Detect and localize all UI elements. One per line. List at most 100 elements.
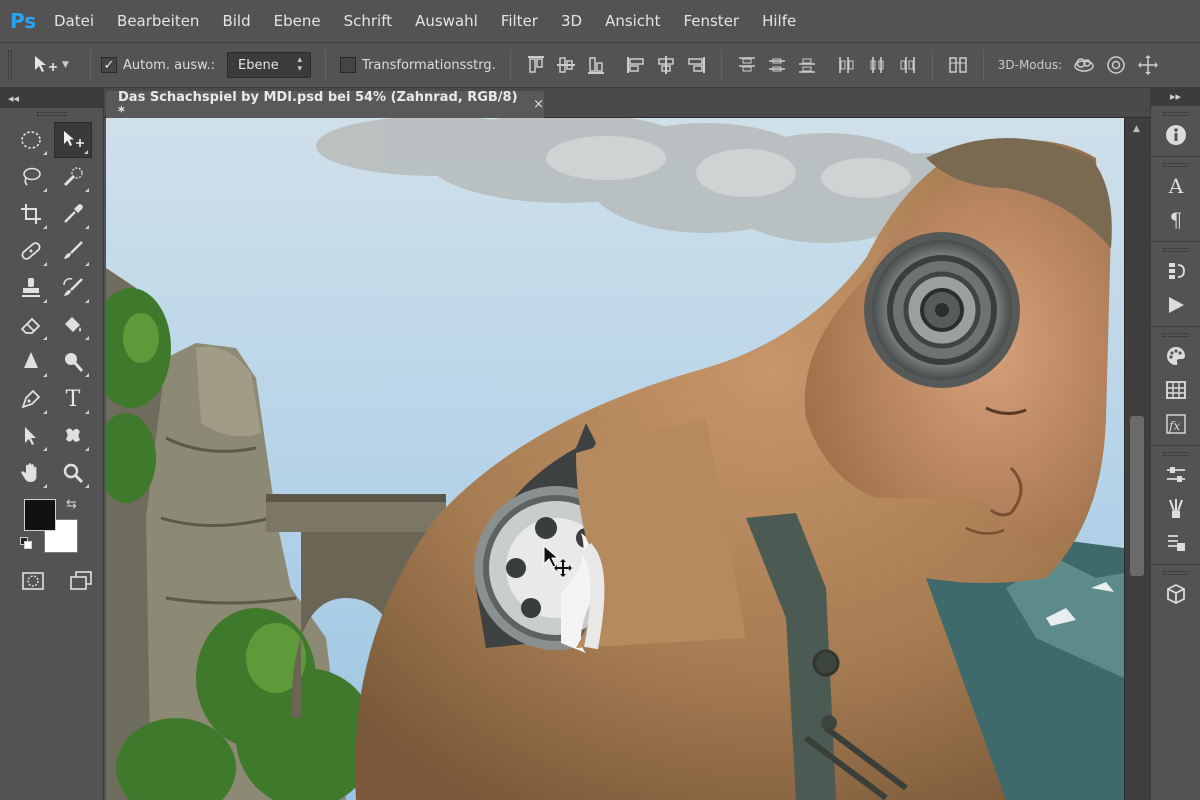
tool-custom-shape[interactable] — [54, 418, 92, 454]
info-panel-button[interactable] — [1151, 118, 1200, 152]
3d-pan-icon[interactable] — [1136, 53, 1160, 77]
tool-flyout-indicator — [84, 150, 88, 154]
menu-ansicht[interactable]: Ansicht — [605, 12, 660, 30]
tool-lasso[interactable] — [12, 159, 50, 195]
foreground-color-swatch[interactable] — [24, 499, 56, 531]
tool-crop[interactable] — [12, 196, 50, 232]
tool-eraser[interactable] — [12, 307, 50, 343]
menu-filter[interactable]: Filter — [501, 12, 538, 30]
menu-datei[interactable]: Datei — [54, 12, 94, 30]
tool-dodge[interactable] — [54, 344, 92, 380]
menu-hilfe[interactable]: Hilfe — [762, 12, 796, 30]
auto-select-checkbox[interactable]: ✓ — [101, 57, 117, 73]
color-panel-button[interactable] — [1151, 339, 1200, 373]
tool-path-selection[interactable] — [12, 418, 50, 454]
swatches-panel-button[interactable] — [1151, 373, 1200, 407]
tool-blur[interactable] — [12, 344, 50, 380]
document-canvas[interactable] — [106, 118, 1124, 800]
properties-panel-button[interactable] — [1151, 458, 1200, 492]
menu-bild[interactable]: Bild — [222, 12, 250, 30]
distribute-top-icon[interactable] — [736, 54, 758, 76]
tool-pen[interactable] — [12, 381, 50, 417]
tool-move[interactable] — [54, 122, 92, 158]
dodge-icon — [65, 353, 84, 372]
document-tab[interactable]: Das Schachspiel by MDI.psd bei 54% (Zahn… — [106, 90, 544, 120]
distribute-bottom-icon[interactable] — [796, 54, 818, 76]
screen-mode-button[interactable] — [66, 569, 96, 593]
clone-source-panel-button[interactable] — [1151, 526, 1200, 560]
paragraph-panel-button[interactable]: ¶ — [1151, 203, 1200, 237]
3d-orbit-icon[interactable] — [1072, 53, 1096, 77]
tool-flyout-indicator — [43, 299, 47, 303]
screen-mode-icon — [70, 571, 92, 590]
tool-flyout-indicator — [85, 262, 89, 266]
stepper-arrows-icon: ▴ ▾ — [297, 55, 303, 74]
tool-eyedropper[interactable] — [54, 196, 92, 232]
align-horizontal-center-icon[interactable] — [655, 54, 677, 76]
tool-brush[interactable] — [54, 233, 92, 269]
align-top-icon[interactable] — [525, 54, 547, 76]
tool-elliptical-marquee[interactable] — [12, 122, 50, 158]
brush-icon — [64, 241, 83, 259]
quick-mask-button[interactable] — [18, 569, 48, 593]
scrollbar-thumb[interactable] — [1130, 416, 1144, 576]
distribute-right-icon[interactable] — [896, 54, 918, 76]
menu-bearbeiten[interactable]: Bearbeiten — [117, 12, 199, 30]
dock-expand-icon[interactable]: ▸▸ — [1151, 88, 1200, 106]
menu-auswahl[interactable]: Auswahl — [415, 12, 478, 30]
tool-preset-picker[interactable]: ▼ — [32, 50, 80, 80]
dock-grip[interactable] — [1162, 163, 1189, 167]
dock-grip[interactable] — [1162, 571, 1189, 575]
menu-bar: Ps Datei Bearbeiten Bild Ebene Schrift A… — [0, 0, 1200, 42]
tool-history-brush[interactable] — [54, 270, 92, 306]
distribute-horizontal-center-icon[interactable] — [866, 54, 888, 76]
tools-panel-collapse-icon[interactable]: ◂◂ — [0, 88, 103, 108]
path-selection-icon — [25, 427, 36, 445]
custom-shape-icon — [66, 428, 80, 442]
separator — [90, 50, 91, 80]
align-left-icon[interactable] — [625, 54, 647, 76]
menu-3d[interactable]: 3D — [561, 12, 582, 30]
scroll-up-icon[interactable]: ▲ — [1133, 124, 1140, 134]
3d-roll-icon[interactable] — [1104, 53, 1128, 77]
pen-icon — [21, 389, 41, 409]
tool-type[interactable]: T — [54, 381, 92, 417]
tool-zoom[interactable] — [54, 455, 92, 491]
dock-grip[interactable] — [1162, 248, 1189, 252]
history-panel-button[interactable] — [1151, 254, 1200, 288]
character-panel-button[interactable]: A — [1151, 169, 1200, 203]
actions-panel-button[interactable] — [1151, 288, 1200, 322]
swap-colors-icon[interactable]: ⇆ — [66, 497, 77, 512]
transform-controls-checkbox[interactable] — [340, 57, 357, 73]
3d-panel-button[interactable] — [1151, 577, 1200, 611]
dock-grip[interactable] — [1162, 452, 1189, 456]
tool-clone-stamp[interactable] — [12, 270, 50, 306]
sliders-icon — [1167, 467, 1185, 482]
options-bar-grip[interactable] — [8, 50, 12, 80]
align-right-icon[interactable] — [685, 54, 707, 76]
auto-select-target-dropdown[interactable]: Ebene ▴ ▾ — [227, 52, 312, 78]
dock-grip[interactable] — [1162, 333, 1189, 337]
canvas-artwork[interactable] — [106, 118, 1124, 800]
auto-align-layers-icon[interactable] — [947, 54, 969, 76]
styles-panel-button[interactable]: fx — [1151, 407, 1200, 441]
tool-hand[interactable] — [12, 455, 50, 491]
brush-presets-panel-button[interactable] — [1151, 492, 1200, 526]
align-group — [521, 54, 711, 76]
default-colors-icon[interactable] — [20, 537, 32, 549]
distribute-vertical-center-icon[interactable] — [766, 54, 788, 76]
menu-ebene[interactable]: Ebene — [274, 12, 321, 30]
tool-paint-bucket[interactable] — [54, 307, 92, 343]
vertical-scrollbar[interactable]: ▲ — [1124, 118, 1150, 800]
tool-flyout-indicator — [85, 225, 89, 229]
dock-grip[interactable] — [1162, 112, 1189, 116]
tools-panel: ◂◂ T ⇆ — [0, 88, 104, 800]
align-bottom-icon[interactable] — [585, 54, 607, 76]
menu-fenster[interactable]: Fenster — [683, 12, 739, 30]
menu-schrift[interactable]: Schrift — [344, 12, 393, 30]
align-vertical-center-icon[interactable] — [555, 54, 577, 76]
tool-healing-brush[interactable] — [12, 233, 50, 269]
close-icon[interactable]: × — [533, 97, 544, 112]
distribute-left-icon[interactable] — [836, 54, 858, 76]
tool-quick-selection[interactable] — [54, 159, 92, 195]
